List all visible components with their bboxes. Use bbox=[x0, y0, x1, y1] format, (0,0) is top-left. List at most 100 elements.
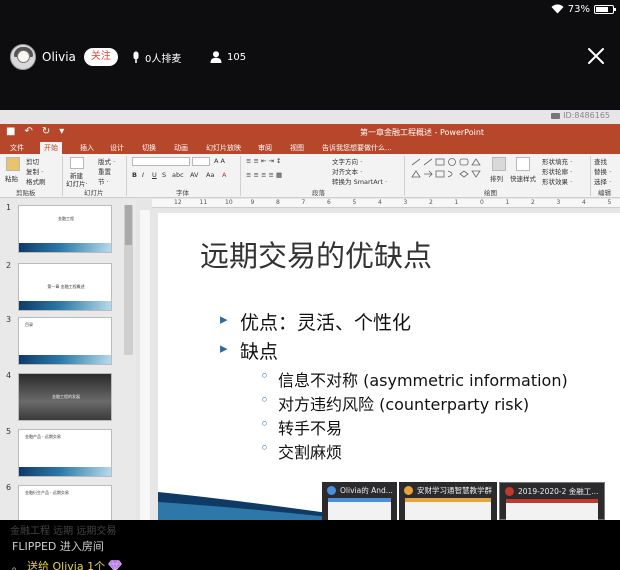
sub-bullet-3[interactable]: 转手不易 bbox=[260, 415, 342, 439]
sub-bullet-1[interactable]: 信息不对称 (asymmetric information) bbox=[260, 367, 568, 391]
chat-message-join: FLIPPED 进入房间 bbox=[12, 540, 104, 553]
bullets-icon[interactable]: ≡ ≡ ⇤ ⇥ ↕ bbox=[246, 157, 282, 165]
save-icon[interactable]: ■ bbox=[6, 126, 15, 137]
tab-insert[interactable]: 插入 bbox=[80, 142, 94, 154]
taskbar-preview-1[interactable]: Olivia的 And... bbox=[322, 482, 397, 520]
shape-fill-button[interactable]: 形状填充 · bbox=[542, 156, 572, 166]
sub-bullet-4[interactable]: 交割麻烦 bbox=[260, 439, 342, 463]
font-color-icon[interactable]: A bbox=[222, 171, 226, 179]
align-text-button[interactable]: 对齐文本 · bbox=[332, 166, 362, 176]
slide-thumbnail-pane: 1 金融工程 2 第一章 金融工程概述 3 目录 4 金融工程的发展 5 金融产… bbox=[0, 199, 136, 520]
slide-thumbnail-6[interactable]: 金融衍生产品 · 远期交易 bbox=[18, 485, 112, 520]
shape-effect-button[interactable]: 形状效果 · bbox=[542, 176, 572, 186]
paste-button[interactable]: 粘贴 bbox=[5, 173, 18, 183]
tab-review[interactable]: 审阅 bbox=[258, 142, 272, 154]
group-drawing: 绘图 bbox=[484, 189, 497, 197]
tab-view[interactable]: 视图 bbox=[290, 142, 304, 154]
new-slide-icon[interactable] bbox=[70, 157, 84, 169]
battery-icon bbox=[594, 4, 616, 14]
case-icon[interactable]: Aa bbox=[206, 171, 214, 179]
tab-slideshow[interactable]: 幻灯片放映 bbox=[206, 142, 241, 154]
replace-button[interactable]: 替换 · bbox=[594, 166, 611, 176]
ruler-tick-label: 3 bbox=[556, 199, 561, 206]
quick-styles-button[interactable]: 快速样式 bbox=[510, 173, 536, 183]
font-name-select[interactable] bbox=[132, 157, 190, 166]
slide-title[interactable]: 远期交易的优缺点 bbox=[200, 233, 432, 275]
taskbar-preview-2[interactable]: 安财学习通智慧教学群 bbox=[399, 482, 497, 520]
section-button[interactable]: 节 · bbox=[98, 176, 109, 186]
slide-canvas[interactable]: 远期交易的优缺点 优点：灵活、个性化 缺点 信息不对称 (asymmetric … bbox=[158, 213, 620, 520]
bold-icon[interactable]: B bbox=[132, 171, 137, 179]
app-icon bbox=[327, 486, 336, 495]
quick-styles-icon[interactable] bbox=[516, 157, 530, 171]
close-icon[interactable] bbox=[586, 46, 606, 66]
mic-queue-text: 0人排麦 bbox=[145, 53, 182, 65]
follow-button[interactable]: 关注 bbox=[83, 48, 118, 66]
app-icon bbox=[505, 487, 514, 496]
copy-button[interactable]: 复制 · bbox=[26, 166, 43, 176]
ruler-tick-label: 1 bbox=[454, 199, 459, 206]
sub-bullet-2[interactable]: 对方违约风险 (counterparty risk) bbox=[260, 391, 529, 415]
tab-file[interactable]: 文件 bbox=[10, 142, 24, 154]
reset-button[interactable]: 重置 bbox=[98, 166, 111, 176]
ruler-tick-label: 12 bbox=[174, 199, 182, 206]
chat-message-faded: 金融工程 远期 远期交易 bbox=[10, 526, 117, 537]
tab-design[interactable]: 设计 bbox=[110, 142, 124, 154]
arrange-icon[interactable] bbox=[492, 157, 506, 171]
tab-transitions[interactable]: 切换 bbox=[142, 142, 156, 154]
italic-icon[interactable]: I bbox=[142, 171, 144, 179]
slide-thumbnail-4[interactable]: 金融工程的发展 bbox=[18, 373, 112, 421]
layout-button[interactable]: 版式 · bbox=[98, 156, 115, 166]
host-name[interactable]: Olivia bbox=[42, 50, 76, 64]
ruler-tick-label: 0 bbox=[480, 199, 484, 206]
grow-font-icon[interactable]: A A bbox=[214, 157, 225, 165]
shadow-icon[interactable]: S bbox=[162, 171, 166, 179]
undo-icon[interactable]: ↶ bbox=[24, 126, 32, 137]
spacing-icon[interactable]: AV bbox=[190, 171, 198, 179]
select-button[interactable]: 选择 · bbox=[594, 176, 611, 186]
shape-outline-button[interactable]: 形状轮廓 · bbox=[542, 166, 572, 176]
ribbon-tabs: 文件 开始 插入 设计 切换 动画 幻灯片放映 审阅 视图 告诉我您想要做什么.… bbox=[0, 142, 620, 154]
cut-button[interactable]: 剪切 bbox=[26, 156, 39, 166]
ribbon: 粘贴 剪切 复制 · 格式刷 剪贴板 新建 幻灯片· 版式 · 重置 节 · 幻… bbox=[0, 154, 620, 198]
slide-thumbnail-5[interactable]: 金融产品 · 远期交易 bbox=[18, 429, 112, 477]
ruler-tick-label: 6 bbox=[327, 199, 331, 206]
underline-icon[interactable]: U bbox=[152, 171, 157, 179]
format-painter-button[interactable]: 格式刷 bbox=[26, 176, 46, 186]
group-slides: 幻灯片 bbox=[84, 189, 104, 197]
bullet-disadvantages[interactable]: 缺点 bbox=[220, 337, 278, 364]
find-button[interactable]: 查找 bbox=[594, 156, 607, 166]
chat-overlay: 金融工程 远期 远期交易 FLIPPED 进入房间 。 送给 Olivia 1个 bbox=[0, 520, 620, 570]
shapes-gallery[interactable] bbox=[410, 157, 482, 185]
thumbnail-scrollbar[interactable] bbox=[124, 205, 133, 355]
taskbar-preview-3[interactable]: 2019-2020-2 金融工... bbox=[499, 482, 605, 520]
bullet-advantages[interactable]: 优点：灵活、个性化 bbox=[220, 308, 411, 335]
ruler-tick-label: 4 bbox=[378, 199, 382, 206]
tab-animations[interactable]: 动画 bbox=[174, 142, 188, 154]
slide-thumbnail-1[interactable]: 金融工程 bbox=[18, 205, 112, 253]
arrange-button[interactable]: 排列 bbox=[490, 173, 503, 183]
redo-icon[interactable]: ↻ bbox=[42, 126, 50, 137]
font-size-select[interactable] bbox=[192, 157, 210, 166]
align-icons[interactable]: ≡ ≡ ≡ ≡ ▦ bbox=[246, 171, 282, 179]
host-avatar[interactable] bbox=[10, 44, 36, 70]
tab-home[interactable]: 开始 bbox=[40, 142, 62, 154]
strikethrough-icon[interactable]: abc bbox=[172, 171, 184, 179]
smartart-button[interactable]: 转换为 SmartArt · bbox=[332, 176, 387, 186]
text-direction-button[interactable]: 文字方向 · bbox=[332, 156, 362, 166]
group-font: 字体 bbox=[176, 189, 189, 197]
person-icon bbox=[210, 51, 222, 63]
viewer-count-pill[interactable]: 105 bbox=[210, 47, 246, 67]
screen-watermark: ID:8486165 bbox=[551, 111, 610, 120]
customize-icon[interactable]: ▾ bbox=[59, 126, 64, 137]
paste-icon[interactable] bbox=[6, 157, 20, 171]
mic-queue[interactable]: 0人排麦 bbox=[132, 47, 181, 67]
tell-me-search[interactable]: 告诉我您想要做什么... bbox=[322, 142, 392, 154]
camera-icon bbox=[551, 112, 561, 119]
slide-thumbnail-2[interactable]: 第一章 金融工程概述 bbox=[18, 263, 112, 311]
slide-thumbnail-3[interactable]: 目录 bbox=[18, 317, 112, 365]
vertical-ruler bbox=[140, 210, 150, 520]
diamond-gift-icon bbox=[108, 560, 122, 570]
host-info[interactable]: Olivia 关注 bbox=[10, 44, 118, 70]
horizontal-ruler: 12 11 10 9 8 7 6 5 4 3 2 1 0 1 2 3 4 5 bbox=[152, 199, 620, 208]
